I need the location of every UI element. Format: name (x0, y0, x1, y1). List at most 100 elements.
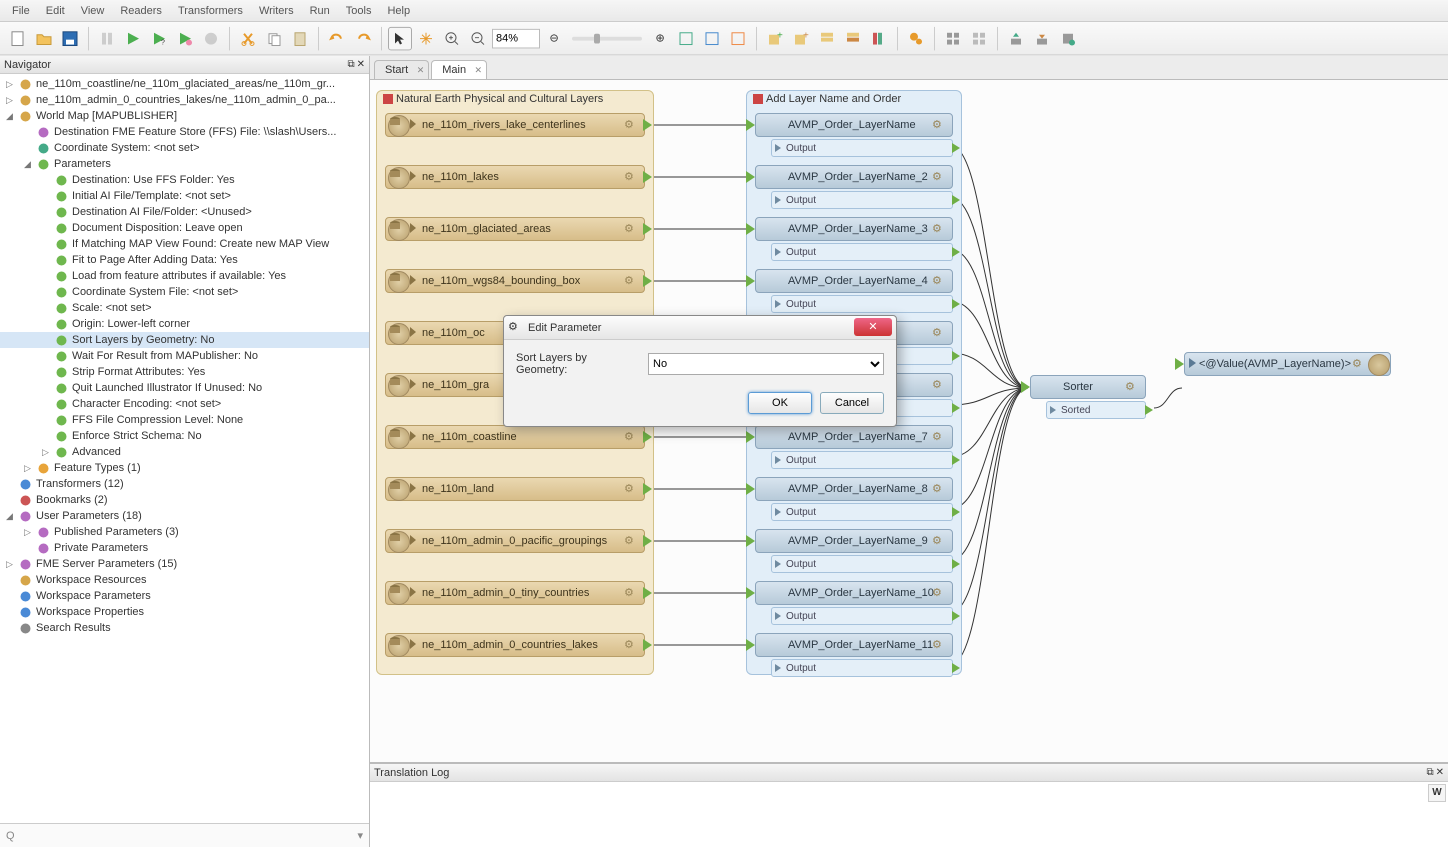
dialog-close-button[interactable]: ✕ (854, 318, 892, 336)
extent-icon[interactable] (700, 26, 724, 50)
transformer-node[interactable]: AVMP_Order_LayerName_2⚙Output (755, 165, 953, 209)
close-icon[interactable]: ✕ (475, 65, 483, 76)
expand-icon[interactable]: ▷ (6, 79, 16, 90)
tree-row[interactable]: ◢User Parameters (18) (0, 508, 369, 524)
tree-row[interactable]: ◢Parameters (0, 156, 369, 172)
panel-close-icon[interactable]: ✕ (357, 59, 365, 70)
writer-node[interactable]: <@Value(AVMP_LayerName)> ⚙ (1184, 352, 1391, 384)
dialog-titlebar[interactable]: ⚙ Edit Parameter ✕ (504, 316, 896, 340)
tree-row[interactable]: Workspace Parameters (0, 588, 369, 604)
gear-icon[interactable]: ⚙ (932, 586, 948, 602)
expand-icon[interactable]: ▷ (42, 447, 52, 458)
tree-row[interactable]: ▷Published Parameters (3) (0, 524, 369, 540)
reader-node[interactable]: ne_110m_coastline⚙ (385, 425, 645, 449)
expand-icon[interactable]: ◢ (6, 511, 16, 522)
tree-row[interactable]: Strip Format Attributes: Yes (0, 364, 369, 380)
cut-icon[interactable] (236, 26, 260, 50)
run-debug-icon[interactable] (173, 26, 197, 50)
tree-row[interactable]: Sort Layers by Geometry: No (0, 332, 369, 348)
sorter-node[interactable]: Sorter ⚙ Sorted (1030, 375, 1146, 427)
gear-icon[interactable]: ⚙ (932, 118, 948, 134)
tree-row[interactable]: Bookmarks (2) (0, 492, 369, 508)
menu-edit[interactable]: Edit (38, 5, 73, 17)
gear-icon[interactable]: ⚙ (932, 638, 948, 654)
tree-row[interactable]: ▷ne_110m_admin_0_countries_lakes/ne_110m… (0, 92, 369, 108)
reader-node[interactable]: ne_110m_admin_0_pacific_groupings⚙ (385, 529, 645, 553)
tree-row[interactable]: ▷FME Server Parameters (15) (0, 556, 369, 572)
ok-button[interactable]: OK (748, 392, 812, 414)
gear-icon[interactable]: ⚙ (624, 170, 640, 186)
gear-icon[interactable]: ⚙ (932, 430, 948, 446)
tree-row[interactable]: Destination: Use FFS Folder: Yes (0, 172, 369, 188)
panel-close-icon[interactable]: ✕ (1436, 767, 1444, 778)
download-icon[interactable] (1030, 26, 1054, 50)
gear-icon[interactable]: ⚙ (932, 326, 948, 342)
zoom-in-icon[interactable] (440, 26, 464, 50)
navigator-tree[interactable]: ▷ne_110m_coastline/ne_110m_glaciated_are… (0, 74, 369, 823)
gear-icon[interactable]: ⚙ (1352, 357, 1368, 373)
tree-row[interactable]: Destination AI File/Folder: <Unused> (0, 204, 369, 220)
zoom-sel-icon[interactable] (726, 26, 750, 50)
tree-row[interactable]: ▷Feature Types (1) (0, 460, 369, 476)
tree-row[interactable]: Coordinate System File: <not set> (0, 284, 369, 300)
cancel-button[interactable]: Cancel (820, 392, 884, 414)
select-icon[interactable] (388, 26, 412, 50)
dialog-select[interactable]: No (648, 353, 884, 375)
reader-node[interactable]: ne_110m_lakes⚙ (385, 165, 645, 189)
gear-icon[interactable]: ⚙ (932, 170, 948, 186)
tree-row[interactable]: Coordinate System: <not set> (0, 140, 369, 156)
gear-icon[interactable]: ⚙ (932, 222, 948, 238)
tree-row[interactable]: Private Parameters (0, 540, 369, 556)
add-writer-icon[interactable]: + (789, 26, 813, 50)
tree-row[interactable]: Fit to Page After Adding Data: Yes (0, 252, 369, 268)
tree-row[interactable]: Scale: <not set> (0, 300, 369, 316)
menu-view[interactable]: View (73, 5, 113, 17)
tree-row[interactable]: Enforce Strict Schema: No (0, 428, 369, 444)
tree-row[interactable]: ▷ne_110m_coastline/ne_110m_glaciated_are… (0, 76, 369, 92)
gear-icon[interactable]: ⚙ (932, 274, 948, 290)
run-prompt-icon[interactable]: ? (147, 26, 171, 50)
save-icon[interactable] (58, 26, 82, 50)
copy-icon[interactable] (262, 26, 286, 50)
menu-file[interactable]: File (4, 5, 38, 17)
zoom-slider[interactable] (572, 36, 642, 40)
reader-node[interactable]: ne_110m_land⚙ (385, 477, 645, 501)
search-input[interactable] (19, 828, 354, 844)
reader-node[interactable]: ne_110m_wgs84_bounding_box⚙ (385, 269, 645, 293)
gear-icon[interactable]: ⚙ (624, 222, 640, 238)
transformer-node[interactable]: AVMP_Order_LayerName_10⚙Output (755, 581, 953, 625)
menu-writers[interactable]: Writers (251, 5, 302, 17)
publish-icon[interactable] (1004, 26, 1028, 50)
pan-icon[interactable] (414, 26, 438, 50)
reader-node[interactable]: ne_110m_rivers_lake_centerlines⚙ (385, 113, 645, 137)
tree-row[interactable]: Workspace Properties (0, 604, 369, 620)
tree-row[interactable]: Load from feature attributes if availabl… (0, 268, 369, 284)
expand-icon[interactable]: ▷ (6, 559, 16, 570)
reader-node[interactable]: ne_110m_glaciated_areas⚙ (385, 217, 645, 241)
menu-readers[interactable]: Readers (112, 5, 170, 17)
gears-icon[interactable] (904, 26, 928, 50)
tree-row[interactable]: Search Results (0, 620, 369, 636)
add-reader-icon[interactable]: + (763, 26, 787, 50)
expand-icon[interactable]: ▷ (24, 527, 34, 538)
tree-row[interactable]: If Matching MAP View Found: Create new M… (0, 236, 369, 252)
tree-row[interactable]: Transformers (12) (0, 476, 369, 492)
transformer-node[interactable]: AVMP_Order_LayerName_3⚙Output (755, 217, 953, 261)
menu-run[interactable]: Run (302, 5, 338, 17)
zoom-out-icon[interactable] (466, 26, 490, 50)
transformer-node[interactable]: AVMP_Order_LayerName_9⚙Output (755, 529, 953, 573)
transformer-node[interactable]: AVMP_Order_LayerName_8⚙Output (755, 477, 953, 521)
menu-tools[interactable]: Tools (338, 5, 380, 17)
undo-icon[interactable] (325, 26, 349, 50)
paste-icon[interactable] (288, 26, 312, 50)
tree-row[interactable]: Workspace Resources (0, 572, 369, 588)
tree-row[interactable]: ▷Advanced (0, 444, 369, 460)
gear-icon[interactable]: ⚙ (624, 274, 640, 290)
reader-node[interactable]: ne_110m_admin_0_countries_lakes⚙ (385, 633, 645, 657)
expand-icon[interactable]: ▷ (24, 463, 34, 474)
zoom-minus-icon[interactable]: ⊖ (542, 26, 566, 50)
tree-row[interactable]: Wait For Result from MAPublisher: No (0, 348, 369, 364)
gear-icon[interactable]: ⚙ (624, 586, 640, 602)
gear-icon[interactable]: ⚙ (624, 638, 640, 654)
gear-icon[interactable]: ⚙ (932, 378, 948, 394)
